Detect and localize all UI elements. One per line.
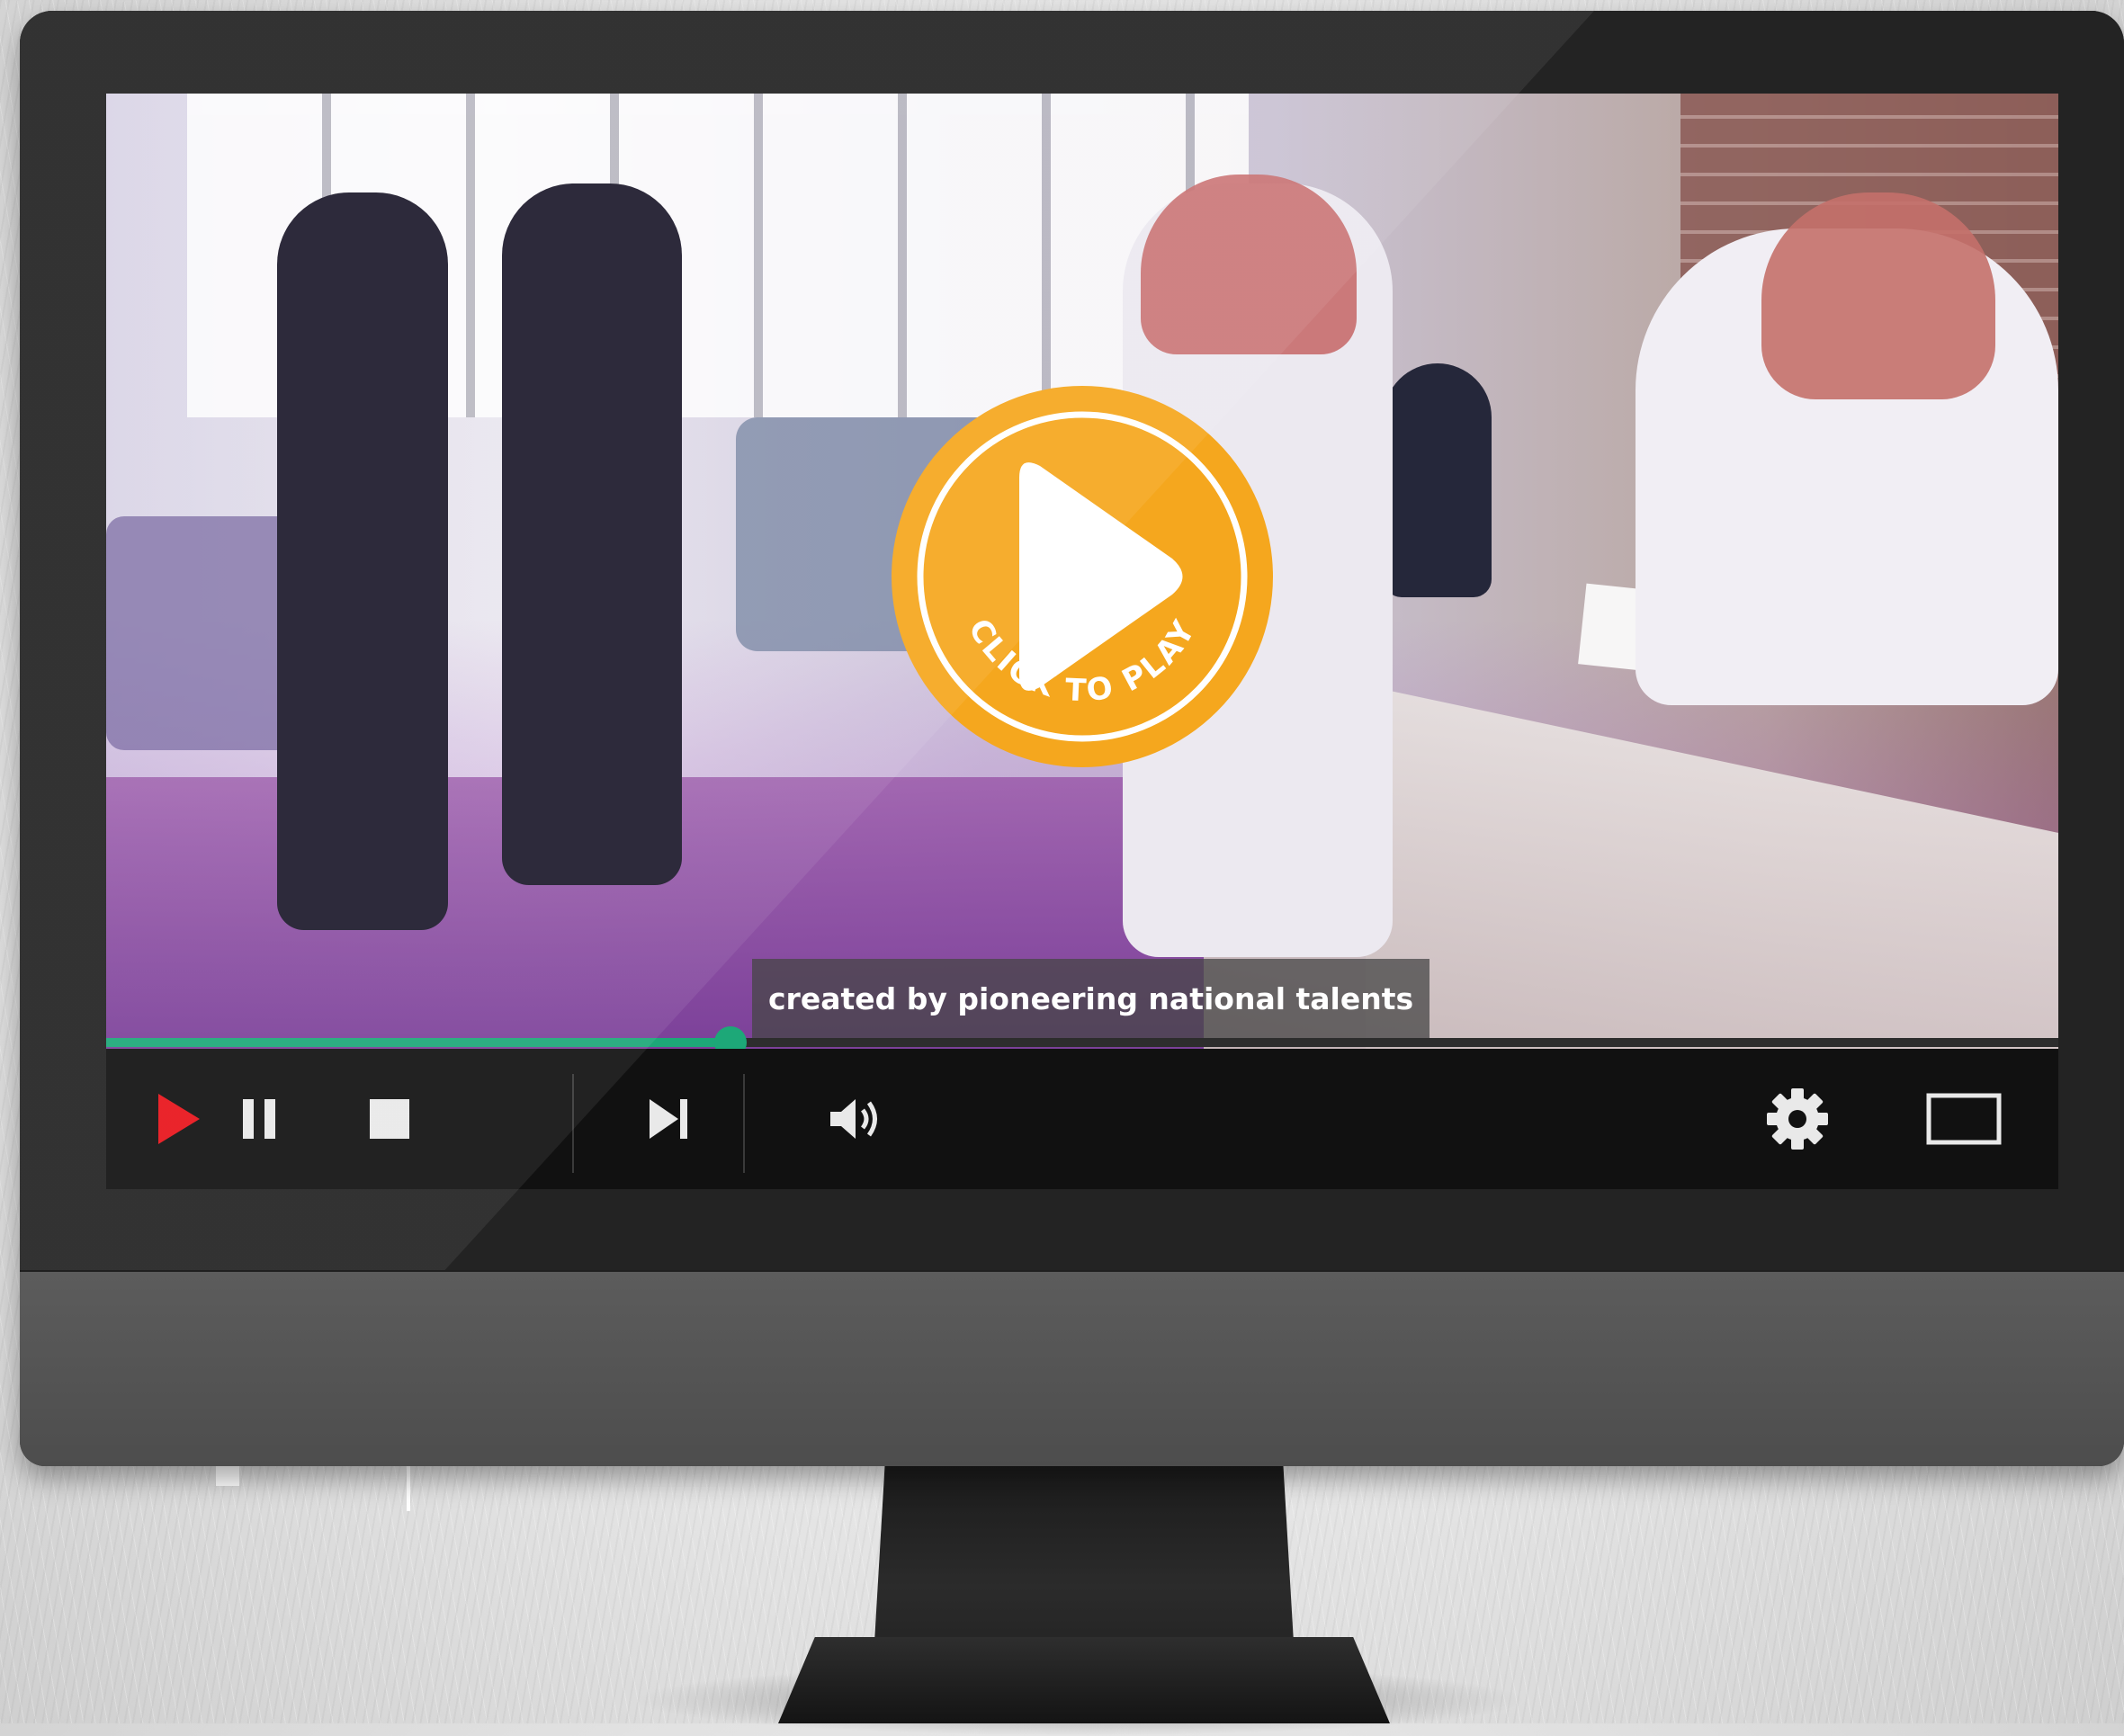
volume-icon: [830, 1099, 877, 1139]
monitor: created by pioneering national talents C…: [20, 11, 2124, 1466]
video-scene-person-head: [1761, 192, 1995, 399]
control-divider: [743, 1074, 745, 1173]
gear-icon: [1767, 1088, 1828, 1150]
fullscreen-button[interactable]: [1905, 1049, 2022, 1189]
monitor-chin: [20, 1272, 2124, 1466]
volume-button[interactable]: [799, 1049, 916, 1189]
subtitle-caption: created by pioneering national talents: [752, 959, 1430, 1040]
monitor-stand-base: [778, 1637, 1390, 1723]
skip-next-icon: [650, 1099, 687, 1139]
video-scene-person: [1384, 363, 1492, 597]
settings-button[interactable]: [1743, 1049, 1851, 1189]
fullscreen-icon: [1926, 1093, 2002, 1145]
